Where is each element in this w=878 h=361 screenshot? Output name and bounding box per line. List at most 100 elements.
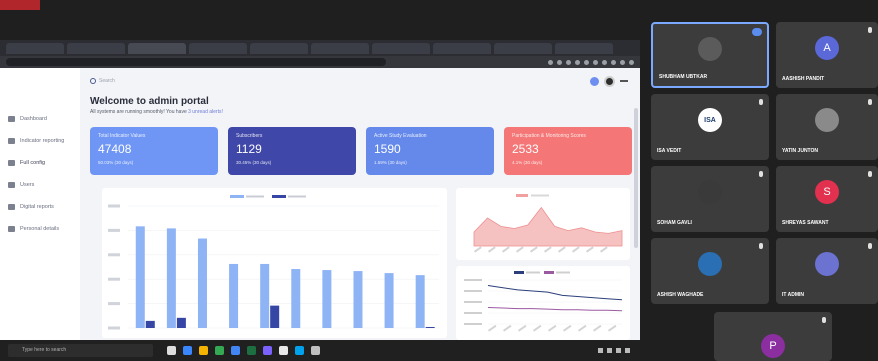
extension-icon[interactable]	[566, 59, 571, 65]
extension-icon[interactable]	[611, 59, 616, 65]
chrome-icon[interactable]	[215, 346, 224, 355]
x-tick-label	[487, 324, 497, 332]
participant-tile[interactable]: ASHISH WAGHADE	[651, 238, 769, 304]
report-icon	[8, 204, 15, 210]
app-icon[interactable]	[311, 346, 320, 355]
browser-tab[interactable]	[311, 42, 369, 54]
excel-icon[interactable]	[247, 346, 256, 355]
stat-card-participation-scores[interactable]: Participation & Monitoring Scores 2533 4…	[504, 127, 632, 175]
sidebar-item-users[interactable]: Users	[0, 174, 80, 196]
mic-muted-icon	[868, 99, 872, 105]
browser-tab-active[interactable]	[128, 42, 186, 54]
participant-tile[interactable]: ISA ISA VEDIT	[651, 94, 769, 160]
battery-icon[interactable]	[616, 348, 621, 353]
x-tick-label	[572, 246, 580, 253]
browser-tab[interactable]	[67, 42, 125, 54]
extension-icon[interactable]	[620, 59, 625, 65]
mic-muted-icon	[759, 171, 763, 177]
mic-muted-icon	[822, 317, 826, 323]
extension-icon[interactable]	[557, 59, 562, 65]
participant-tile[interactable]: S SHREYAS SAWANT	[776, 166, 878, 232]
y-tick-label	[108, 228, 120, 232]
menu-icon[interactable]	[620, 80, 628, 82]
wifi-icon[interactable]	[598, 348, 603, 353]
browser-tab[interactable]	[555, 42, 613, 54]
browser-tab[interactable]	[494, 42, 552, 54]
search-box[interactable]: Search	[90, 78, 115, 84]
area-chart-panel	[456, 188, 630, 260]
legend-swatch	[272, 195, 286, 198]
top-icons	[590, 75, 632, 87]
participant-tile[interactable]: SHUBHAM UBTKAR	[651, 22, 769, 88]
stat-card-total-indicator-values[interactable]: Total Indicator Values 47408 50.03% (30 …	[90, 127, 218, 175]
sidebar-item-digital-reports[interactable]: Digital reports	[0, 196, 80, 218]
stat-card-subscribers[interactable]: Subscribers 1129 30.45% (30 days)	[228, 127, 356, 175]
teams-icon[interactable]	[263, 346, 272, 355]
participant-tile[interactable]: A AASHISH PANDIT	[776, 22, 878, 88]
avatar	[698, 180, 722, 205]
scrollbar[interactable]	[634, 108, 638, 248]
legend-swatch	[514, 271, 524, 274]
avatar[interactable]	[604, 75, 615, 87]
app-icon[interactable]	[279, 346, 288, 355]
extension-icon[interactable]	[548, 59, 553, 65]
extension-icon[interactable]	[629, 59, 634, 65]
taskbar-search[interactable]: Type here to search	[8, 344, 153, 357]
x-tick-label	[518, 324, 527, 332]
mic-muted-icon	[868, 27, 872, 33]
browser-tab[interactable]	[6, 42, 64, 54]
participant-tile[interactable]: SOHAM GAVLI	[651, 166, 769, 232]
sidebar-item-label: Indicator reporting	[20, 138, 65, 144]
bar-tech-study	[415, 275, 425, 328]
page-title: Welcome to admin portal	[90, 96, 209, 107]
taskbar: Type here to search	[0, 340, 640, 361]
extension-icon[interactable]	[584, 59, 589, 65]
recording-indicator	[0, 0, 40, 10]
participant-tile[interactable]: IT ADMIN	[776, 238, 878, 304]
bar-tech-study	[384, 273, 394, 328]
participant-tile[interactable]: YATIN JUNTON	[776, 94, 878, 160]
x-tick-label	[592, 324, 602, 332]
file-explorer-icon[interactable]	[199, 346, 208, 355]
x-tick-label	[600, 246, 608, 253]
browser-tab[interactable]	[250, 42, 308, 54]
url-field[interactable]	[6, 58, 386, 66]
task-view-icon[interactable]	[167, 346, 176, 355]
legend-label	[246, 195, 264, 198]
sidebar-item-personal-details[interactable]: Personal details	[0, 218, 80, 240]
screen: Dashboard Indicator reporting Full confi…	[0, 0, 878, 361]
participant-tile[interactable]: P	[714, 312, 832, 361]
y-tick-label	[108, 277, 120, 281]
participant-name: AASHISH PANDIT	[782, 76, 825, 82]
browser-tab[interactable]	[189, 42, 247, 54]
app-icon[interactable]	[295, 346, 304, 355]
sidebar-item-full-config[interactable]: Full config	[0, 152, 80, 174]
extension-icons	[548, 59, 634, 65]
stat-card-label: Active Study Evaluation	[374, 133, 427, 139]
taskbar-apps	[167, 346, 320, 355]
word-icon[interactable]	[231, 346, 240, 355]
extension-icon[interactable]	[575, 59, 580, 65]
notification-icon[interactable]	[590, 76, 599, 86]
y-tick-label	[464, 312, 482, 314]
alerts-link[interactable]: 3 unread alerts!	[188, 109, 223, 115]
search-placeholder: Search	[99, 78, 115, 84]
edge-icon[interactable]	[183, 346, 192, 355]
legend-swatch	[516, 194, 528, 197]
browser-tab[interactable]	[372, 42, 430, 54]
y-tick-label	[108, 302, 120, 306]
browser-tab[interactable]	[433, 42, 491, 54]
volume-icon[interactable]	[607, 348, 612, 353]
clock-icon[interactable]	[625, 348, 630, 353]
extension-icon[interactable]	[593, 59, 598, 65]
stat-card-active-study[interactable]: Active Study Evaluation 1590 1.59% (30 d…	[366, 127, 494, 175]
sidebar-item-indicator-reporting[interactable]: Indicator reporting	[0, 130, 80, 152]
sidebar-item-dashboard[interactable]: Dashboard	[0, 108, 80, 130]
avatar: A	[815, 36, 839, 61]
avatar	[698, 252, 722, 277]
bar-survey-count	[145, 320, 155, 328]
mic-muted-icon	[759, 99, 763, 105]
extension-icon[interactable]	[602, 59, 607, 65]
mic-muted-icon	[868, 243, 872, 249]
speaking-indicator-icon	[752, 28, 762, 36]
